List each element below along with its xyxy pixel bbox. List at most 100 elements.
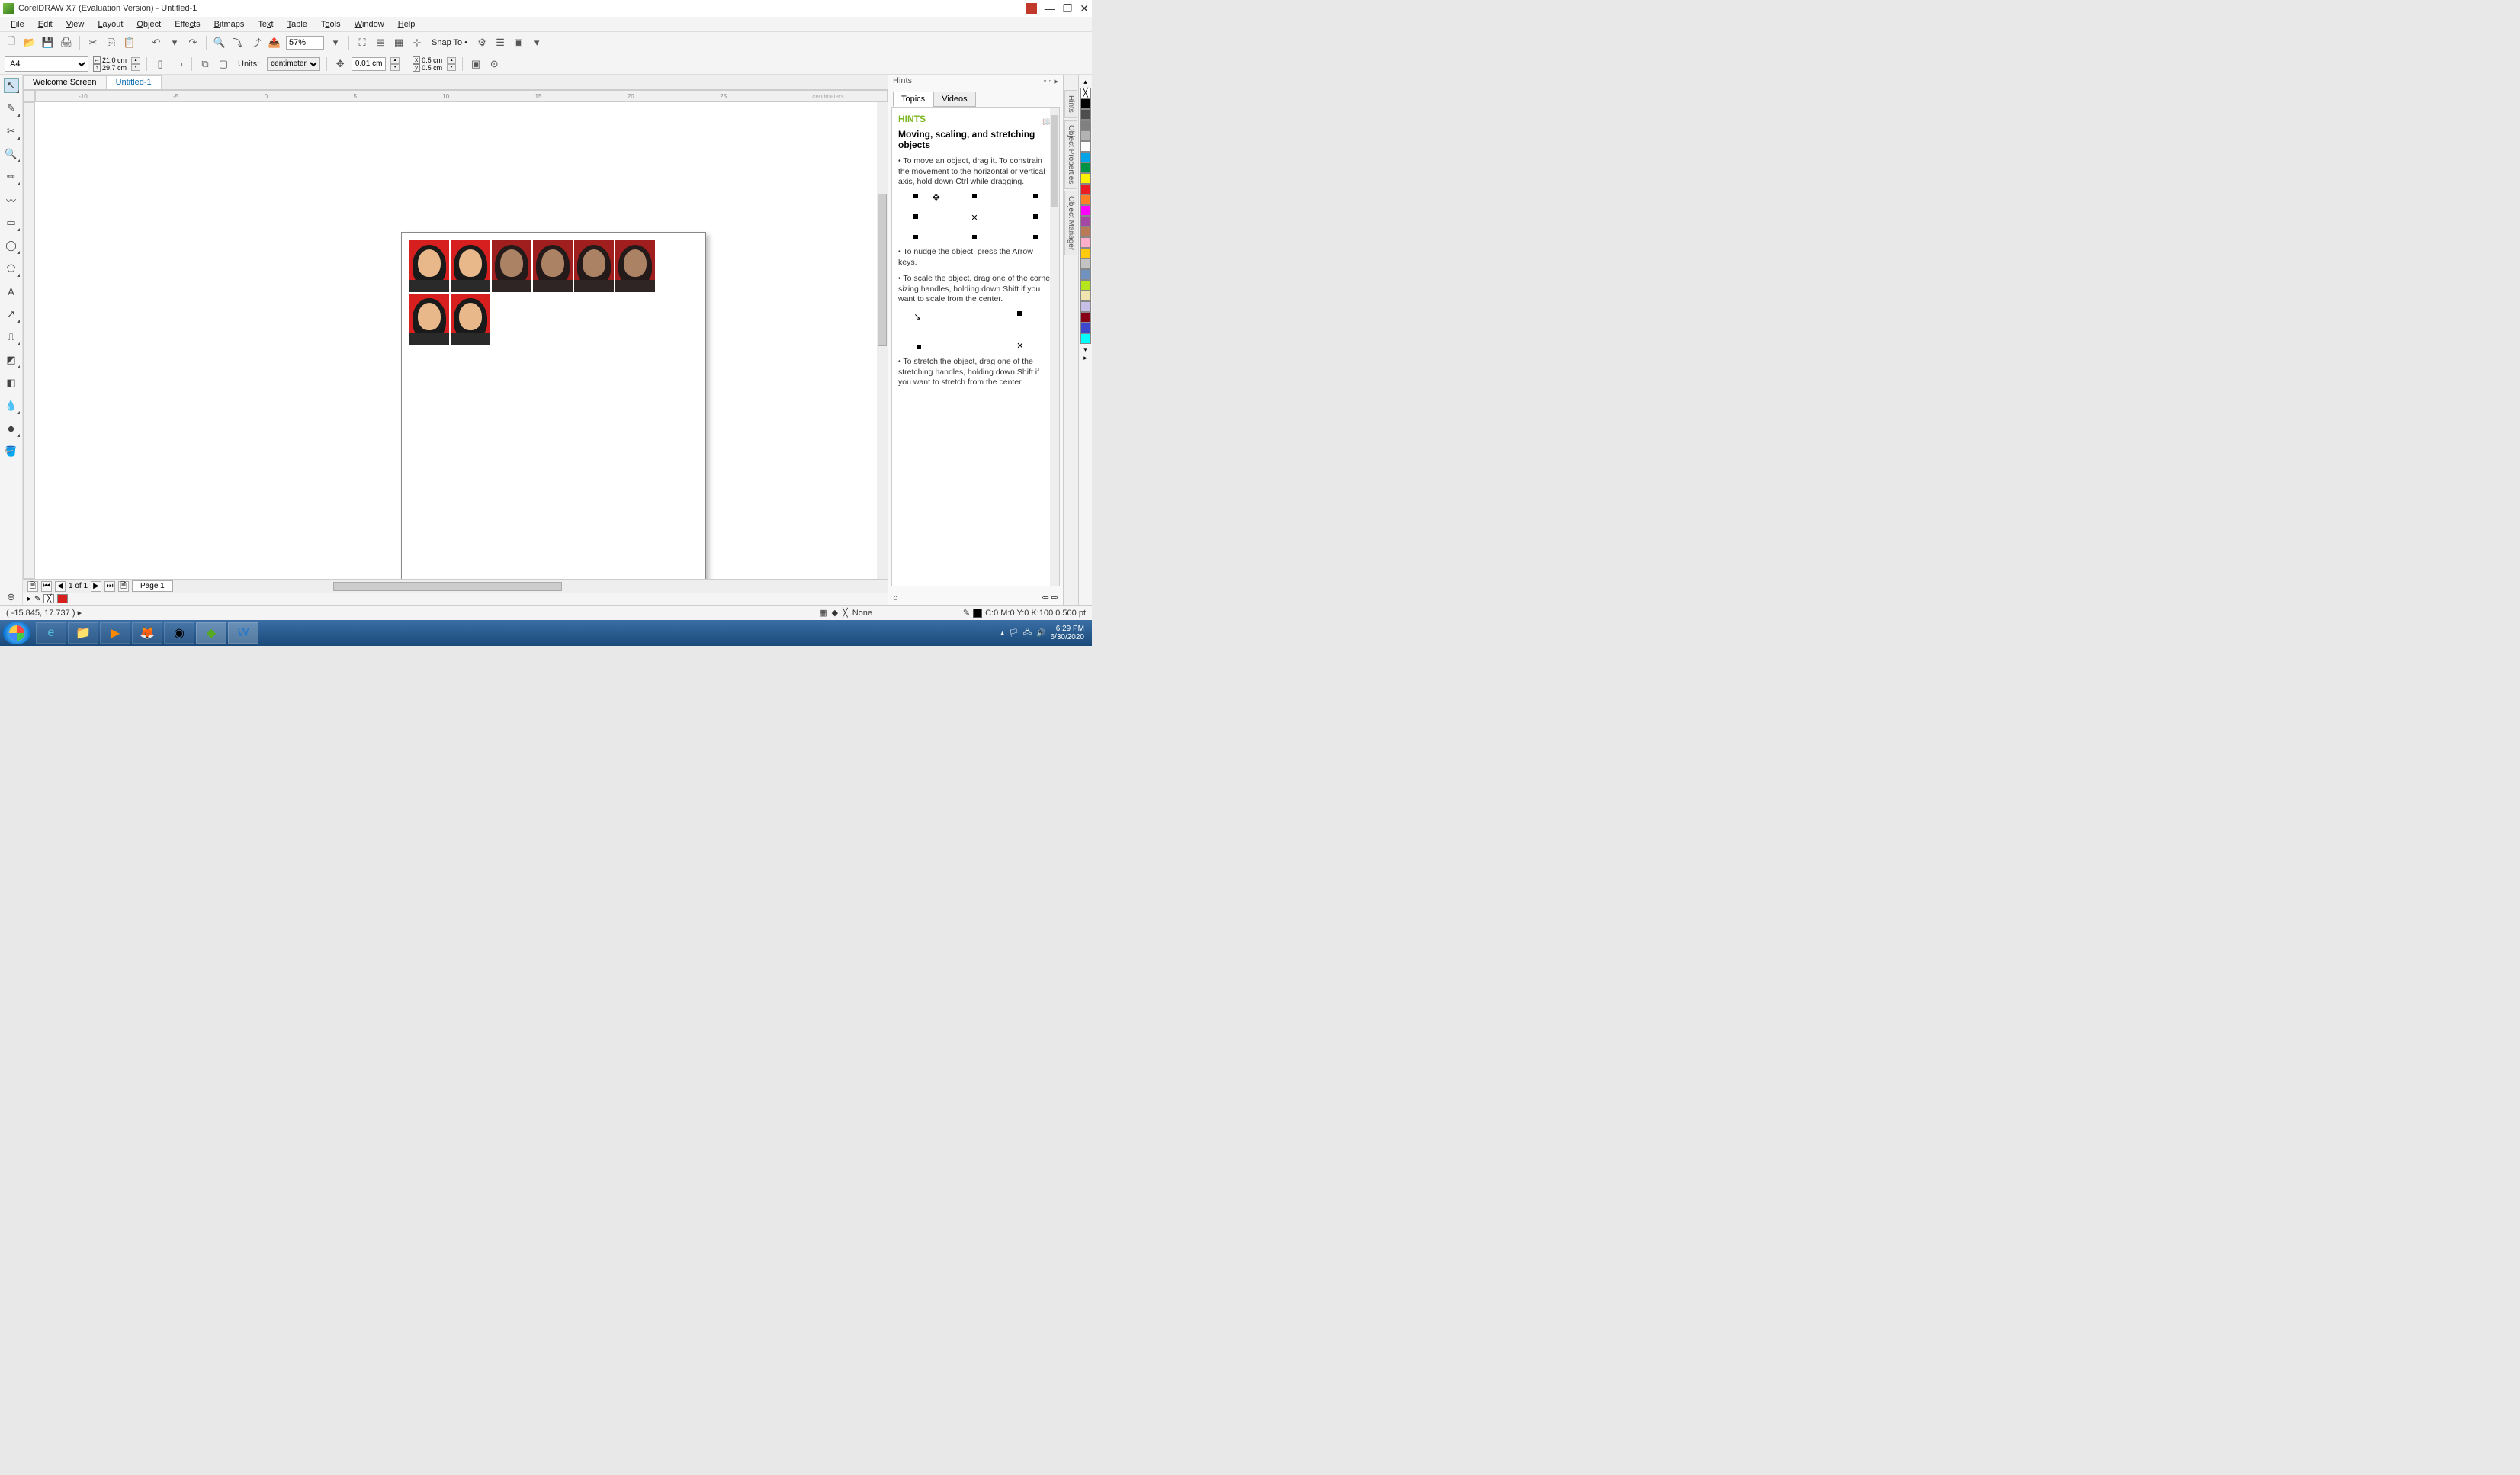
- dup-y-value[interactable]: 0.5 cm: [422, 64, 442, 72]
- tab-videos[interactable]: Videos: [933, 92, 975, 107]
- forward-icon[interactable]: ⇨: [1051, 593, 1058, 603]
- options3-icon[interactable]: ⊙: [487, 57, 501, 71]
- color-swatch[interactable]: [1080, 109, 1091, 120]
- color-swatch[interactable]: [1080, 216, 1091, 227]
- id-photo[interactable]: [451, 240, 490, 292]
- page-width-value[interactable]: 21.0 cm: [102, 56, 127, 64]
- freehand-tool[interactable]: ✏: [4, 169, 19, 185]
- fill-icon[interactable]: ◆: [832, 608, 838, 618]
- next-page-icon[interactable]: ▶: [91, 581, 101, 592]
- menu-view[interactable]: View: [60, 18, 91, 31]
- taskbar-coreldraw-icon[interactable]: ◆: [196, 622, 226, 644]
- options2-icon[interactable]: ☰: [493, 36, 507, 50]
- color-swatch[interactable]: [1080, 291, 1091, 301]
- scrollbar-thumb[interactable]: [878, 194, 887, 346]
- portrait-icon[interactable]: ▯: [153, 57, 167, 71]
- snap-to-label[interactable]: Snap To •: [432, 38, 467, 47]
- tray-volume-icon[interactable]: 🔊: [1036, 629, 1045, 638]
- open-icon[interactable]: 📂: [23, 36, 37, 50]
- add-page-icon[interactable]: 🗎: [27, 581, 38, 592]
- color-swatch[interactable]: [1080, 205, 1091, 216]
- color-swatch[interactable]: [1080, 312, 1091, 323]
- menu-help[interactable]: Help: [392, 18, 422, 31]
- page[interactable]: [401, 232, 706, 579]
- polygon-tool[interactable]: ⬠: [4, 261, 19, 276]
- color-swatch[interactable]: [1080, 323, 1091, 333]
- color-swatch[interactable]: [1080, 280, 1091, 291]
- color-swatch[interactable]: [1080, 141, 1091, 152]
- connector-tool[interactable]: ⎍: [4, 329, 19, 345]
- fill-swatch[interactable]: [57, 594, 68, 603]
- taskbar-ie-icon[interactable]: e: [36, 622, 66, 644]
- page-tab[interactable]: Page 1: [132, 580, 173, 592]
- guidelines-icon[interactable]: ⊹: [410, 36, 424, 50]
- search-icon[interactable]: 🔍: [213, 36, 226, 50]
- first-page-icon[interactable]: ⏮: [41, 581, 52, 592]
- horizontal-ruler[interactable]: -10 -5 0 5 10 15 20 25 centimeters: [35, 90, 888, 102]
- id-photo[interactable]: [615, 240, 655, 292]
- shape-tool[interactable]: ✎: [4, 101, 19, 116]
- save-icon[interactable]: 💾: [41, 36, 55, 50]
- fullscreen-icon[interactable]: ⛶: [355, 36, 369, 50]
- all-pages-icon[interactable]: ⧉: [198, 57, 212, 71]
- id-photo[interactable]: [574, 240, 614, 292]
- palette-flyout-icon[interactable]: ▸: [1083, 354, 1087, 362]
- color-swatch[interactable]: [1080, 248, 1091, 259]
- interactive-fill-tool[interactable]: ◆: [4, 421, 19, 436]
- taskbar-chrome-icon[interactable]: ◉: [164, 622, 194, 644]
- taskbar-mediaplayer-icon[interactable]: ▶: [100, 622, 130, 644]
- page-height-value[interactable]: 29.7 cm: [102, 64, 127, 72]
- vtab-hints[interactable]: Hints: [1064, 90, 1077, 118]
- menu-window[interactable]: Window: [348, 18, 390, 31]
- id-photo[interactable]: [409, 294, 449, 345]
- no-fill-swatch[interactable]: ╳: [43, 594, 54, 603]
- color-swatch[interactable]: [1080, 152, 1091, 162]
- paper-size-select[interactable]: A4: [5, 56, 88, 72]
- notification-icon[interactable]: [1026, 3, 1037, 14]
- palette-down-icon[interactable]: ▾: [1083, 345, 1087, 354]
- ellipse-tool[interactable]: ◯: [4, 238, 19, 253]
- id-photo[interactable]: [492, 240, 531, 292]
- outline-pen-icon[interactable]: ✎: [963, 608, 970, 618]
- toggle-icon[interactable]: ▸: [78, 609, 82, 618]
- docker-controls[interactable]: ▫ ▫ ▸: [1044, 76, 1058, 86]
- copy-icon[interactable]: ⎘: [104, 36, 118, 50]
- color-swatch[interactable]: [1080, 237, 1091, 248]
- rulers-icon[interactable]: ▤: [374, 36, 387, 50]
- undo-icon[interactable]: ↶: [149, 36, 163, 50]
- taskbar-firefox-icon[interactable]: 🦊: [132, 622, 162, 644]
- drop-shadow-tool[interactable]: ◩: [4, 352, 19, 368]
- print-icon[interactable]: 🖨: [59, 36, 73, 50]
- menu-tools[interactable]: Tools: [315, 18, 347, 31]
- smart-fill-tool[interactable]: 🪣: [4, 444, 19, 459]
- taskbar-word-icon[interactable]: W: [228, 622, 258, 644]
- grid-icon[interactable]: ▦: [392, 36, 406, 50]
- color-swatch[interactable]: [1080, 173, 1091, 184]
- color-swatch[interactable]: [1080, 269, 1091, 280]
- dim-spinner[interactable]: ▴▾: [131, 57, 140, 71]
- menu-table[interactable]: Table: [281, 18, 313, 31]
- docker-scrollbar[interactable]: [1050, 108, 1059, 586]
- tab-welcome[interactable]: Welcome Screen: [23, 75, 107, 89]
- color-swatch[interactable]: [1080, 301, 1091, 312]
- landscape-icon[interactable]: ▭: [172, 57, 185, 71]
- scrollbar-thumb[interactable]: [1051, 115, 1058, 207]
- current-page-icon[interactable]: ▢: [217, 57, 230, 71]
- zoom-level-input[interactable]: [286, 36, 324, 50]
- export-icon[interactable]: ⤴: [249, 36, 263, 50]
- palette-up-icon[interactable]: ▴: [1083, 78, 1087, 86]
- close-button[interactable]: ✕: [1080, 2, 1089, 15]
- color-swatch[interactable]: [1080, 130, 1091, 141]
- artistic-media-tool[interactable]: 〰: [4, 192, 19, 207]
- menu-edit[interactable]: Edit: [32, 18, 59, 31]
- color-swatch[interactable]: [1080, 333, 1091, 344]
- back-icon[interactable]: ⇦: [1042, 593, 1049, 603]
- ruler-corner[interactable]: [23, 90, 35, 102]
- rectangle-tool[interactable]: ▭: [4, 215, 19, 230]
- vertical-ruler[interactable]: [23, 102, 35, 579]
- vtab-object-properties[interactable]: Object Properties: [1064, 120, 1077, 189]
- menu-file[interactable]: File: [5, 18, 30, 31]
- taskbar-explorer-icon[interactable]: 📁: [68, 622, 98, 644]
- horizontal-scrollbar[interactable]: [181, 581, 884, 592]
- quick-customize-icon[interactable]: ⊕: [4, 590, 19, 605]
